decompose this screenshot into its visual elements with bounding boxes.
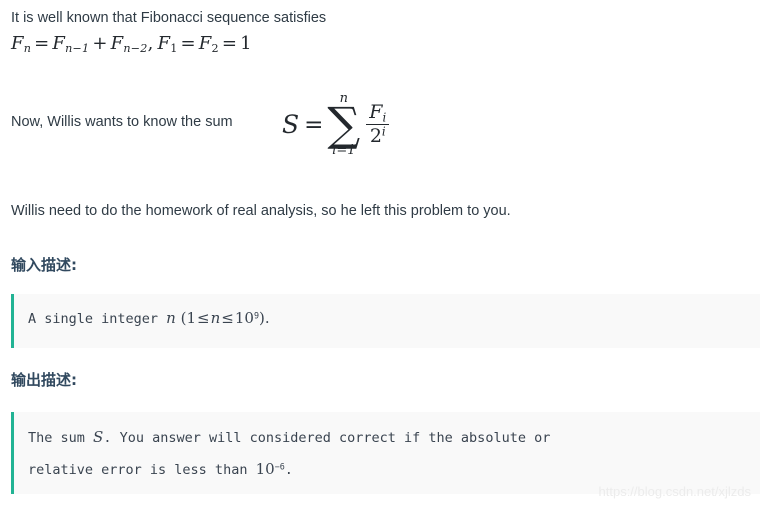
summation-formula: S = n ∑ i=1 Fi 2i [282, 92, 390, 157]
input-power-base: 10 [234, 309, 254, 327]
summation-s-symbol: S [282, 110, 300, 140]
output-line1-suffix: . You answer will considered correct if … [103, 430, 551, 446]
input-close-paren: ). [258, 309, 270, 327]
fraction-denominator: 2i [367, 125, 389, 146]
problem-statement-page: It is well known that Fibonacci sequence… [0, 0, 760, 510]
input-description-line: A single integer n (1≤n≤109). [28, 309, 270, 327]
input-open-paren: (1 [175, 309, 197, 327]
input-section-heading: 输入描述: [11, 256, 77, 274]
summation-equals: = [304, 111, 324, 138]
denominator-base: 2 [369, 125, 382, 148]
sum-lead-paragraph: Now, Willis wants to know the sum [11, 114, 233, 130]
recurrence-fn2: F [110, 33, 124, 54]
recurrence-f1-sub: 1 [170, 42, 178, 56]
output-power-exponent: −6 [274, 461, 285, 472]
input-variable-n-2: n [210, 309, 221, 327]
numerator-subscript: i [382, 110, 387, 125]
recurrence-f1: F [157, 33, 171, 54]
output-line2-prefix: relative error is less than [28, 462, 256, 478]
output-description-block: The sum S. You answer will considered co… [11, 412, 760, 494]
intro-paragraph: It is well known that Fibonacci sequence… [11, 10, 327, 26]
output-section-heading: 输出描述: [11, 371, 77, 389]
output-description-line-2: relative error is less than 10−6. [28, 460, 293, 478]
denominator-exponent: i [381, 124, 386, 139]
input-description-block: A single integer n (1≤n≤109). [11, 294, 760, 348]
recurrence-fn-sub: n [23, 42, 32, 56]
recurrence-one: 1 [240, 33, 252, 54]
recurrence-fn: F [11, 33, 24, 54]
recurrence-equals-1: = [34, 33, 50, 54]
recurrence-fn1: F [52, 33, 66, 54]
numerator-base: F [369, 100, 383, 123]
sigma-operator-group: n ∑ i=1 [327, 92, 360, 157]
sigma-icon: ∑ [327, 97, 361, 151]
recurrence-fn1-sub: n−1 [65, 42, 90, 56]
summation-fraction: Fi 2i [366, 100, 390, 147]
output-variable-s: S [93, 428, 104, 446]
recurrence-fn2-sub: n−2 [123, 42, 148, 56]
output-line1-prefix: The sum [28, 430, 94, 446]
output-power-base: 10 [255, 460, 275, 478]
input-line-prefix: A single integer [28, 311, 167, 327]
recurrence-f2-sub: 2 [211, 42, 219, 56]
recurrence-equals-3: = [221, 33, 238, 54]
closing-paragraph: Willis need to do the homework of real a… [11, 203, 511, 219]
fibonacci-recurrence-formula: Fn = Fn−1 + Fn−2, F1 = F2 = 1 [11, 33, 252, 54]
recurrence-equals-2: = [180, 33, 196, 54]
fraction-numerator: Fi [366, 100, 389, 125]
sigma-lower-limit: i=1 [332, 143, 356, 159]
recurrence-plus: + [92, 33, 108, 54]
output-description-line-1: The sum S. You answer will considered co… [28, 428, 550, 446]
recurrence-comma: , [147, 33, 154, 54]
input-leq-1: ≤ [197, 309, 210, 327]
input-leq-2: ≤ [221, 309, 234, 327]
output-line2-suffix: . [284, 462, 293, 478]
recurrence-f2: F [198, 33, 212, 54]
site-watermark: https://blog.csdn.net/xjlzds [598, 484, 751, 499]
input-variable-n: n [166, 309, 176, 327]
